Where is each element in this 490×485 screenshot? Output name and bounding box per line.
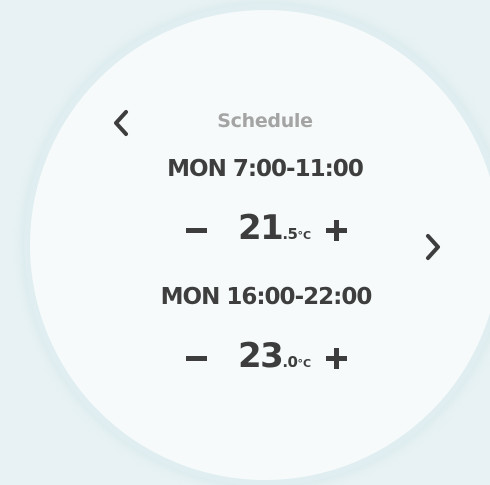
temperature-unit: °C	[297, 229, 312, 242]
decrease-temperature-button[interactable]	[182, 334, 212, 384]
temperature-decimal: .5	[282, 225, 298, 243]
next-button[interactable]	[418, 230, 448, 264]
increase-temperature-button[interactable]	[322, 334, 352, 384]
temperature-decimal: .0	[282, 353, 298, 371]
previous-button[interactable]	[108, 106, 138, 140]
page-title: Schedule	[217, 110, 313, 132]
decrease-temperature-button[interactable]	[182, 206, 212, 256]
temperature-value: 23.0°C	[238, 336, 311, 376]
temperature-integer: 21	[238, 208, 284, 248]
minus-icon	[186, 228, 207, 233]
chevron-left-icon	[114, 110, 128, 136]
temperature-control-morning: 21.5°C	[170, 206, 360, 256]
chevron-right-icon	[426, 234, 440, 260]
temperature-value: 21.5°C	[238, 208, 311, 248]
temperature-integer: 23	[238, 336, 284, 376]
minus-icon	[186, 356, 207, 361]
temperature-unit: °C	[297, 357, 312, 370]
increase-temperature-button[interactable]	[322, 206, 352, 256]
period-label-morning: MON 7:00-11:00	[167, 156, 364, 182]
temperature-control-evening: 23.0°C	[170, 334, 360, 384]
period-label-evening: MON 16:00-22:00	[160, 284, 373, 310]
